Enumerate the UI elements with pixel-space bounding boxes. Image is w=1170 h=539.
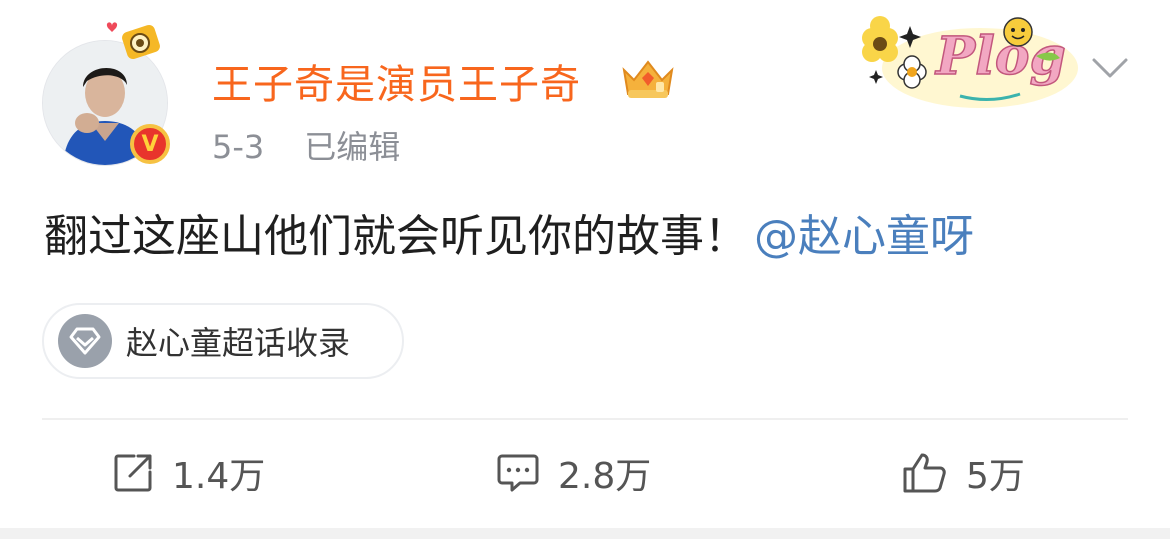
chevron-down-icon[interactable]	[1090, 52, 1130, 84]
comment-button[interactable]: 2.8万	[496, 446, 651, 500]
repost-count: 1.4万	[172, 456, 266, 497]
post-meta: 5-3 已编辑	[212, 122, 400, 168]
topic-tag-label: 赵心童超话收录	[126, 324, 351, 362]
share-icon	[114, 454, 152, 492]
author-name[interactable]: 王子奇是演员王子奇	[212, 52, 581, 110]
like-button[interactable]: 5万	[902, 446, 1025, 500]
post-text: 翻过这座山他们就会听见你的故事！	[44, 211, 748, 262]
comment-icon	[497, 454, 539, 492]
topic-tag-button[interactable]: 赵心童超话收录	[42, 303, 404, 379]
comment-count: 2.8万	[558, 456, 652, 497]
divider	[42, 418, 1128, 420]
mention-link[interactable]: @赵心童呀	[754, 211, 974, 262]
repost-button[interactable]: 1.4万	[112, 446, 265, 500]
v-badge-icon: V	[130, 124, 170, 164]
bottom-separator	[0, 528, 1170, 539]
crown-badge-icon[interactable]	[620, 56, 676, 100]
plog-sticker: Plog	[862, 16, 1078, 108]
pendant-icon	[106, 22, 160, 60]
post-date: 5-3	[212, 128, 265, 166]
thumbs-up-icon	[903, 453, 946, 493]
diamond-icon	[58, 314, 112, 368]
like-count: 5万	[966, 456, 1025, 497]
edited-label[interactable]: 已编辑	[304, 128, 400, 166]
post-content: 翻过这座山他们就会听见你的故事！ @赵心童呀	[44, 200, 974, 264]
